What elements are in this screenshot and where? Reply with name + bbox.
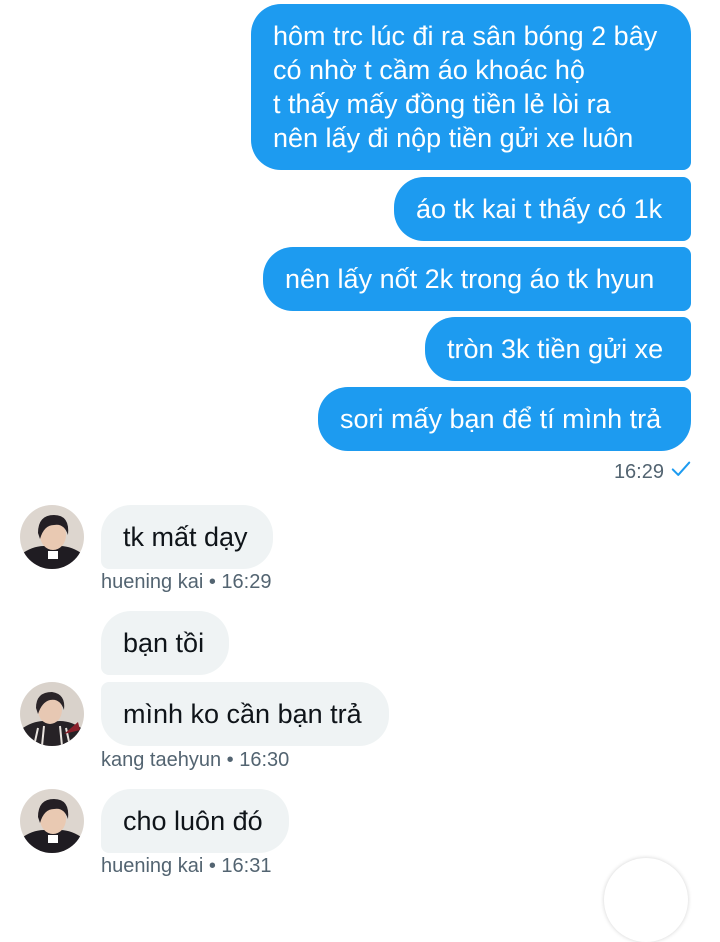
incoming-message[interactable]: cho luôn đó (101, 789, 289, 853)
incoming-message[interactable]: bạn tồi (101, 611, 229, 675)
conversation-thread: hôm trc lúc đi ra sân bóng 2 bây có nhờ … (0, 0, 720, 942)
check-icon (670, 458, 692, 486)
outgoing-message[interactable]: hôm trc lúc đi ra sân bóng 2 bây có nhờ … (251, 4, 691, 170)
message-meta: huening kai • 16:29 (101, 571, 272, 593)
incoming-message[interactable]: mình ko cần bạn trả (101, 682, 389, 746)
avatar[interactable] (20, 505, 84, 569)
outgoing-message[interactable]: tròn 3k tiền gửi xe (425, 317, 691, 381)
outgoing-message-meta: 16:29 (614, 458, 692, 486)
message-meta: kang taehyun • 16:30 (101, 749, 290, 771)
avatar[interactable] (20, 682, 84, 746)
message-time: 16:29 (613, 460, 664, 483)
avatar[interactable] (20, 789, 84, 853)
outgoing-message[interactable]: áo tk kai t thấy có 1k (394, 177, 691, 241)
scroll-down-button[interactable] (604, 858, 688, 942)
outgoing-message[interactable]: nên lấy nốt 2k trong áo tk hyun (263, 247, 691, 311)
incoming-message[interactable]: tk mất dạy (101, 505, 273, 569)
outgoing-message[interactable]: sori mấy bạn để tí mình trả (318, 387, 691, 451)
